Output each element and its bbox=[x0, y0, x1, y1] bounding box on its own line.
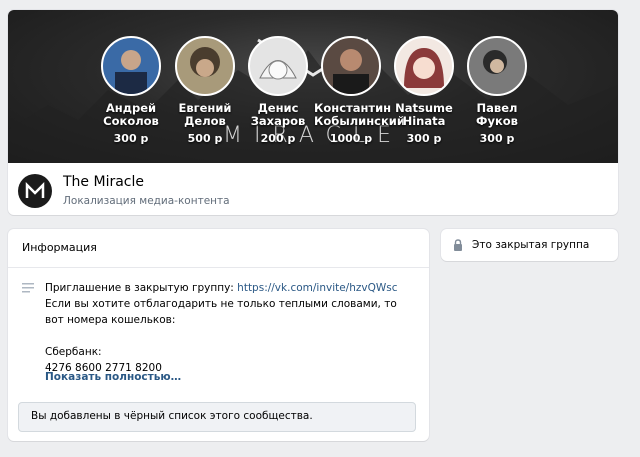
donor-amount: 1000 р bbox=[329, 132, 373, 145]
donor-amount: 200 р bbox=[260, 132, 296, 145]
info-title: Информация bbox=[22, 241, 97, 254]
donor-card[interactable]: Natsume Hinata 300 р bbox=[387, 36, 461, 145]
group-header: The Miracle Локализация медиа-контента bbox=[8, 163, 618, 215]
blacklist-text: Вы добавлены в чёрный список этого сообщ… bbox=[31, 410, 313, 422]
donor-name: Денис Захаров bbox=[250, 101, 306, 128]
donor-avatar bbox=[321, 36, 381, 96]
donor-card[interactable]: Евгений Делов 500 р bbox=[168, 36, 242, 145]
group-card: MIRACLE Андрей Соколов 300 р Евгений Дел… bbox=[8, 10, 618, 215]
donor-name: Natsume Hinata bbox=[395, 101, 453, 128]
donor-avatar bbox=[175, 36, 235, 96]
donor-amount: 300 р bbox=[113, 132, 149, 145]
donor-avatar bbox=[394, 36, 454, 96]
donor-avatar bbox=[248, 36, 308, 96]
group-description: Приглашение в закрытую группу: https://v… bbox=[45, 280, 415, 376]
description-icon bbox=[22, 283, 34, 293]
donor-amount: 300 р bbox=[406, 132, 442, 145]
donor-name: Константин Кобылинский bbox=[314, 101, 405, 128]
donor-card[interactable]: Денис Захаров 200 р bbox=[241, 36, 315, 145]
group-name: The Miracle bbox=[63, 174, 144, 190]
description-line: Если вы хотите отблагодарить не только т… bbox=[45, 298, 397, 326]
donor-card[interactable]: Павел Фуков 300 р bbox=[460, 36, 534, 145]
donor-card[interactable]: Константин Кобылинский 1000 р bbox=[314, 36, 405, 145]
donor-name: Павел Фуков bbox=[476, 101, 518, 128]
invite-link[interactable]: https://vk.com/invite/hzvQWsc bbox=[237, 282, 397, 294]
divider bbox=[8, 267, 429, 268]
closed-group-label: Это закрытая группа bbox=[472, 239, 590, 251]
group-cover[interactable]: MIRACLE Андрей Соколов 300 р Евгений Дел… bbox=[8, 10, 618, 163]
bank-label: Сбербанк: bbox=[45, 346, 102, 358]
donor-amount: 300 р bbox=[479, 132, 515, 145]
group-logo-icon[interactable] bbox=[18, 174, 52, 208]
donor-name: Евгений Делов bbox=[178, 101, 232, 128]
donor-amount: 500 р bbox=[187, 132, 223, 145]
closed-group-card: Это закрытая группа bbox=[441, 229, 618, 261]
info-card: Информация Приглашение в закрытую группу… bbox=[8, 229, 429, 441]
group-status: Локализация медиа-контента bbox=[63, 195, 230, 207]
lock-icon bbox=[454, 239, 462, 251]
donor-card[interactable]: Андрей Соколов 300 р bbox=[94, 36, 168, 145]
show-more-link[interactable]: Показать полностью… bbox=[45, 371, 181, 383]
blacklist-notice: Вы добавлены в чёрный список этого сообщ… bbox=[18, 402, 416, 432]
donor-avatar bbox=[101, 36, 161, 96]
donor-avatar bbox=[467, 36, 527, 96]
donor-name: Андрей Соколов bbox=[103, 101, 159, 128]
description-intro: Приглашение в закрытую группу: bbox=[45, 282, 238, 294]
